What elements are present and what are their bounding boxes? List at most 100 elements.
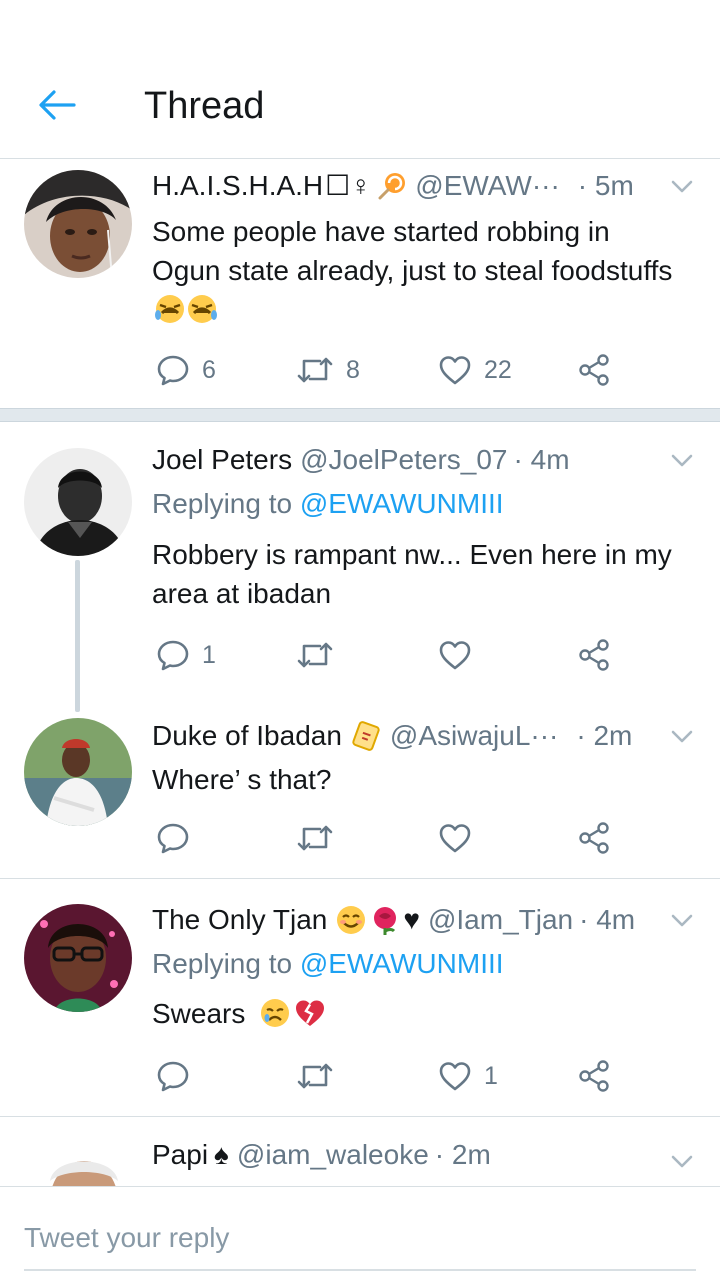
- chevron-down-icon[interactable]: [668, 172, 696, 200]
- reply-icon: [157, 355, 189, 386]
- timestamp[interactable]: · 4m: [579, 902, 635, 938]
- user-handle[interactable]: @AsiwajuL···: [390, 718, 558, 754]
- retweet-button[interactable]: 8: [296, 348, 360, 392]
- replying-to-line: Replying to @EWAWUNMIII: [152, 486, 504, 522]
- reply-count: 6: [202, 355, 216, 384]
- reply-button[interactable]: [156, 1054, 202, 1098]
- tweet-reply[interactable]: Joel Peters @JoelPeters_07 · 4m Replying…: [0, 422, 720, 690]
- retweet-icon: [297, 1063, 333, 1089]
- retweet-icon: [297, 825, 333, 851]
- tweet-actions: 1: [0, 1054, 720, 1098]
- timestamp[interactable]: · 4m: [514, 442, 570, 478]
- lollipop-emoji-icon: [377, 171, 407, 201]
- reply-icon: [157, 823, 189, 854]
- tweet-text: Where’ s that?: [152, 764, 332, 795]
- heart-icon: [439, 641, 471, 670]
- chevron-down-icon[interactable]: [668, 906, 696, 934]
- reply-button[interactable]: [156, 816, 202, 860]
- like-button[interactable]: [438, 816, 484, 860]
- tweet-main[interactable]: H.A.I.S.H.A.H ☐♀ @EWAW··· · 5m Some peop…: [0, 160, 720, 408]
- avatar[interactable]: [24, 904, 132, 1012]
- chevron-down-icon[interactable]: [668, 1147, 696, 1175]
- name-symbols: ☐♀: [325, 170, 372, 201]
- page-title: Thread: [144, 85, 265, 127]
- replying-to-line: Replying to @EWAWUNMIII: [152, 946, 504, 982]
- retweet-button[interactable]: [296, 633, 346, 677]
- tweet-actions: 6 8 22: [0, 348, 720, 392]
- share-icon: [579, 1060, 609, 1092]
- share-button[interactable]: [578, 1054, 612, 1098]
- reply-icon: [157, 640, 189, 671]
- name-symbols: ♥: [403, 904, 420, 935]
- share-icon: [579, 639, 609, 671]
- share-button[interactable]: [578, 816, 612, 860]
- like-button[interactable]: 22: [438, 348, 512, 392]
- user-handle[interactable]: @JoelPeters_07: [300, 442, 507, 478]
- divider: [0, 878, 720, 879]
- section-separator: [0, 408, 720, 422]
- tweet-header: H.A.I.S.H.A.H ☐♀ @EWAW··· · 5m: [152, 166, 696, 206]
- replying-to-mention[interactable]: @EWAWUNMIII: [300, 948, 504, 979]
- like-count: 22: [484, 355, 512, 384]
- timestamp[interactable]: · 2m: [435, 1137, 491, 1173]
- reply-button[interactable]: 1: [156, 633, 216, 677]
- share-button[interactable]: [578, 633, 612, 677]
- share-icon: [579, 354, 609, 386]
- tweet-header: Joel Peters @JoelPeters_07 · 4m: [152, 440, 696, 480]
- tweet-actions: [0, 816, 720, 860]
- back-button[interactable]: [36, 84, 78, 126]
- tweet-reply-input[interactable]: [24, 1215, 696, 1271]
- user-handle[interactable]: @Iam_Tjan: [428, 902, 573, 938]
- avatar[interactable]: [24, 718, 132, 826]
- broken-heart-emoji-icon: [293, 997, 327, 1039]
- heart-icon: [439, 356, 471, 385]
- user-handle[interactable]: @iam_waleoke: [237, 1137, 429, 1173]
- tweet-header: The Only Tjan ♥ @Iam_Tjan · 4m: [152, 900, 696, 940]
- chevron-down-icon[interactable]: [668, 722, 696, 750]
- display-name[interactable]: Duke of Ibadan: [152, 718, 342, 754]
- display-name[interactable]: Papi: [152, 1137, 208, 1173]
- tweet-reply[interactable]: Duke of Ibadan @AsiwajuL··· · 2m Where’ …: [0, 690, 720, 878]
- avatar[interactable]: [24, 448, 132, 556]
- tweet-text: Robbery is rampant nw... Even here in my…: [152, 539, 672, 609]
- like-button[interactable]: 1: [438, 1054, 498, 1098]
- share-button[interactable]: [578, 348, 612, 392]
- display-name[interactable]: H.A.I.S.H.A.H: [152, 168, 323, 204]
- heart-icon: [439, 824, 471, 853]
- crying-face-emoji-icon: [154, 293, 218, 335]
- reply-composer: [0, 1186, 720, 1280]
- like-button[interactable]: [438, 633, 484, 677]
- timestamp[interactable]: · 2m: [576, 718, 632, 754]
- tweet-header: Papi ♠ @iam_waleoke · 2m: [152, 1135, 696, 1175]
- avatar[interactable]: [24, 170, 132, 278]
- tweet-reply[interactable]: The Only Tjan ♥ @Iam_Tjan · 4m Replying …: [0, 880, 720, 1116]
- timestamp[interactable]: · 5m: [578, 168, 634, 204]
- retweet-count: 8: [346, 355, 360, 384]
- name-symbols: ♠: [214, 1139, 229, 1170]
- retweet-button[interactable]: [296, 1054, 346, 1098]
- chevron-down-icon[interactable]: [668, 446, 696, 474]
- display-name[interactable]: The Only Tjan: [152, 902, 327, 938]
- reply-icon: [157, 1061, 189, 1092]
- replying-to-label: Replying to: [152, 948, 293, 979]
- tag-emoji-icon: [350, 720, 382, 752]
- back-arrow-icon: [39, 90, 76, 120]
- like-count: 1: [484, 1061, 498, 1090]
- rose-emoji-icon: [369, 904, 401, 936]
- reply-button[interactable]: 6: [156, 348, 216, 392]
- replying-to-mention[interactable]: @EWAWUNMIII: [300, 488, 504, 519]
- replying-to-label: Replying to: [152, 488, 293, 519]
- tweet-reply[interactable]: Papi ♠ @iam_waleoke · 2m: [0, 1117, 720, 1186]
- avatar[interactable]: [24, 1141, 132, 1186]
- retweet-button[interactable]: [296, 816, 346, 860]
- user-handle[interactable]: @EWAW···: [415, 168, 560, 204]
- smiling-face-emoji-icon: [335, 904, 367, 936]
- heart-icon: [439, 1062, 471, 1091]
- tweet-text: Some people have started robbing in Ogun…: [152, 212, 680, 335]
- tweet-actions: 1: [0, 633, 720, 677]
- share-icon: [579, 822, 609, 854]
- reply-count: 1: [202, 640, 216, 669]
- top-bar: Thread: [0, 0, 720, 159]
- sad-face-emoji-icon: [259, 997, 291, 1039]
- display-name[interactable]: Joel Peters: [152, 442, 292, 478]
